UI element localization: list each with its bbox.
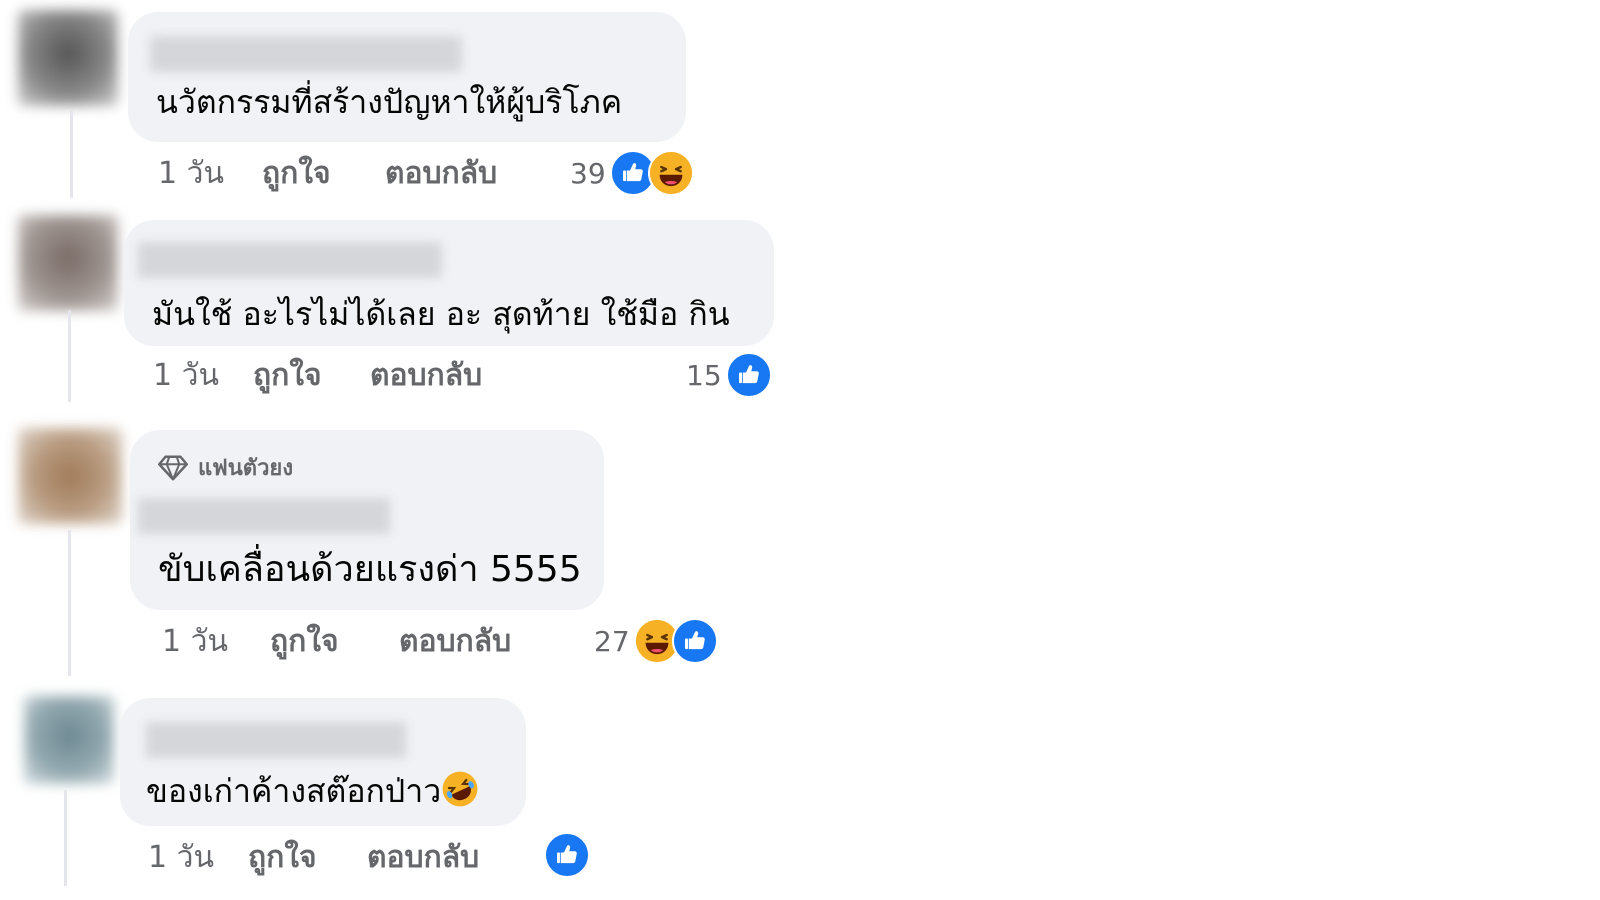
thread-line xyxy=(70,110,73,198)
comment-3: แฟนตัวยง ขับเคลื่อนด้วยแรงด่า 5555 1 วัน… xyxy=(0,420,900,690)
like-button[interactable]: ถูกใจ xyxy=(262,156,331,192)
reaction-summary[interactable]: 27 xyxy=(594,618,718,664)
author-name[interactable] xyxy=(146,722,406,758)
reaction-summary[interactable] xyxy=(540,832,590,878)
reply-button[interactable]: ตอบกลับ xyxy=(370,358,482,394)
top-fan-label: แฟนตัวยง xyxy=(198,456,294,481)
author-name[interactable] xyxy=(138,242,442,278)
comment-bubble: ของเก่าค้างสต๊อกป่าว xyxy=(120,698,526,826)
reaction-count: 39 xyxy=(570,156,606,190)
author-name[interactable] xyxy=(138,498,390,534)
reaction-count: 27 xyxy=(594,624,630,658)
comment-timestamp[interactable]: 1 วัน xyxy=(162,624,228,660)
top-fan-badge[interactable]: แฟนตัวยง xyxy=(158,450,293,485)
comment-timestamp[interactable]: 1 วัน xyxy=(148,840,214,876)
reaction-summary[interactable]: 15 xyxy=(686,352,772,398)
like-icon xyxy=(544,832,590,878)
comment-bubble: มันใช้ อะไรไม่ได้เลย อะ สุดท้าย ใช้มือ ก… xyxy=(124,220,774,346)
comment-2: มันใช้ อะไรไม่ได้เลย อะ สุดท้าย ใช้มือ ก… xyxy=(0,210,900,410)
comment-text: มันใช้ อะไรไม่ได้เลย อะ สุดท้าย ใช้มือ ก… xyxy=(152,295,730,333)
comment-timestamp[interactable]: 1 วัน xyxy=(158,156,224,192)
comment-timestamp[interactable]: 1 วัน xyxy=(153,358,219,394)
like-icon xyxy=(725,352,772,398)
thread-line xyxy=(68,310,71,402)
reply-button[interactable]: ตอบกลับ xyxy=(385,156,497,192)
reply-button[interactable]: ตอบกลับ xyxy=(367,840,479,876)
avatar[interactable] xyxy=(18,215,118,311)
comment-text: นวัตกรรมที่สร้างปัญหาให้ผู้บริโภค xyxy=(156,83,623,121)
like-button[interactable]: ถูกใจ xyxy=(270,624,339,660)
like-button[interactable]: ถูกใจ xyxy=(248,840,317,876)
reaction-summary[interactable]: 39 xyxy=(570,150,694,196)
rolling-laughing-emoji-icon xyxy=(441,770,479,808)
thread-line xyxy=(64,790,67,886)
avatar[interactable] xyxy=(24,696,114,784)
comment-bubble: แฟนตัวยง ขับเคลื่อนด้วยแรงด่า 5555 xyxy=(130,430,604,610)
like-icon xyxy=(671,618,718,664)
haha-icon xyxy=(647,150,694,196)
reaction-count: 15 xyxy=(686,358,722,392)
comment-text-body: ของเก่าค้างสต๊อกป่าว xyxy=(146,772,442,810)
thread-line xyxy=(68,530,71,676)
comment-bubble: นวัตกรรมที่สร้างปัญหาให้ผู้บริโภค xyxy=(128,12,686,142)
diamond-icon xyxy=(158,455,188,480)
avatar[interactable] xyxy=(18,428,122,524)
comment-text: ขับเคลื่อนด้วยแรงด่า 5555 xyxy=(158,549,582,590)
comment-text: ของเก่าค้างสต๊อกป่าว xyxy=(146,770,479,811)
comment-4: ของเก่าค้างสต๊อกป่าว 1 วัน ถูกใจ ตอบกลับ xyxy=(0,690,900,900)
author-name[interactable] xyxy=(150,36,462,72)
reply-button[interactable]: ตอบกลับ xyxy=(399,624,511,660)
avatar[interactable] xyxy=(18,10,118,106)
like-button[interactable]: ถูกใจ xyxy=(253,358,322,394)
comment-1: นวัตกรรมที่สร้างปัญหาให้ผู้บริโภค 1 วัน … xyxy=(0,0,900,205)
